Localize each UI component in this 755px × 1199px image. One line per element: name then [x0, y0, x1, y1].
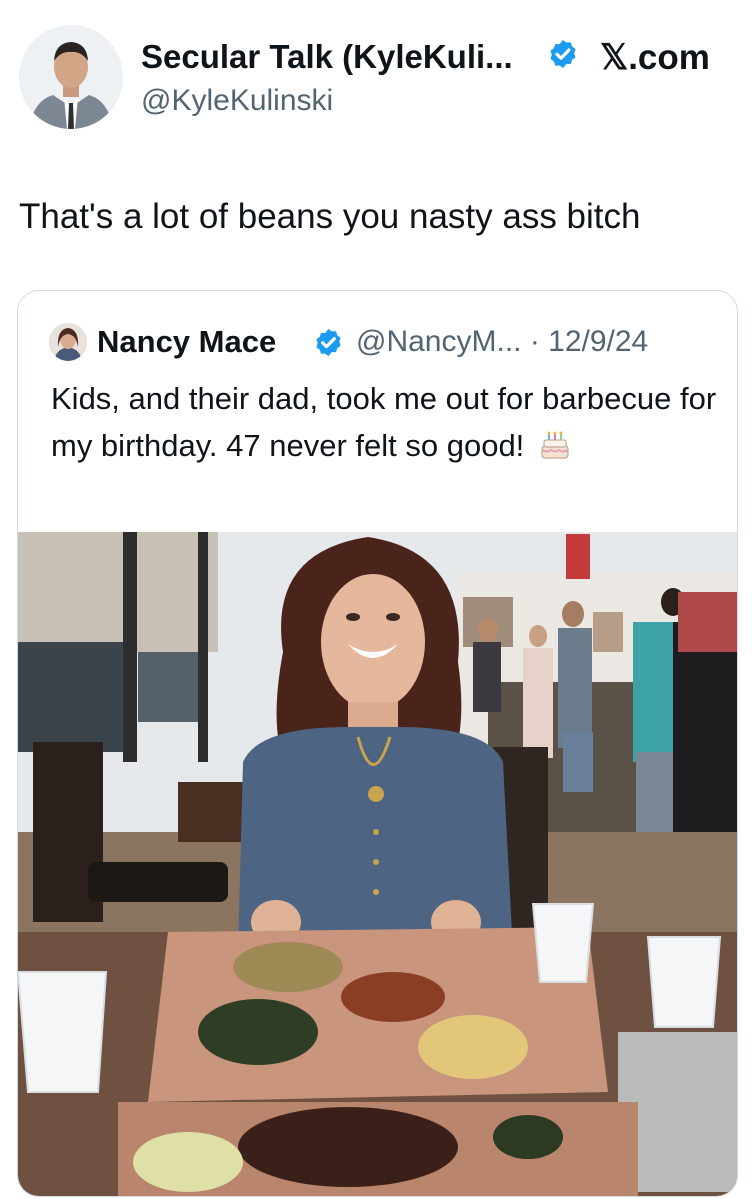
quoted-tweet-text: Kids, and their dad, took me out for bar…	[51, 381, 717, 463]
author-handle[interactable]: @KyleKulinski	[141, 84, 333, 118]
profile-photo-icon	[19, 25, 123, 129]
verified-badge-icon	[550, 40, 576, 68]
author-avatar[interactable]	[19, 25, 123, 129]
quoted-tweet-text-block: Kids, and their dad, took me out for bar…	[51, 375, 731, 469]
tweet-text: That's a lot of beans you nasty ass bitc…	[19, 197, 641, 236]
profile-photo-icon	[49, 323, 87, 361]
restaurant-photo-icon	[18, 532, 737, 1196]
verified-badge-icon	[316, 328, 341, 357]
birthday-cake-icon	[541, 431, 569, 459]
author-display-name[interactable]: Secular Talk (KyleKuli...	[141, 38, 513, 76]
quoted-handle-date[interactable]: @NancyM... · 12/9/24	[356, 325, 648, 359]
x-logo: 𝕏.com	[600, 38, 710, 77]
quoted-tweet-card[interactable]: Nancy Mace @NancyM... · 12/9/24 Kids, an…	[17, 290, 738, 1197]
quoted-tweet-photo[interactable]	[18, 532, 737, 1196]
quoted-author-avatar[interactable]	[49, 323, 87, 361]
quoted-author-name[interactable]: Nancy Mace	[97, 324, 276, 360]
